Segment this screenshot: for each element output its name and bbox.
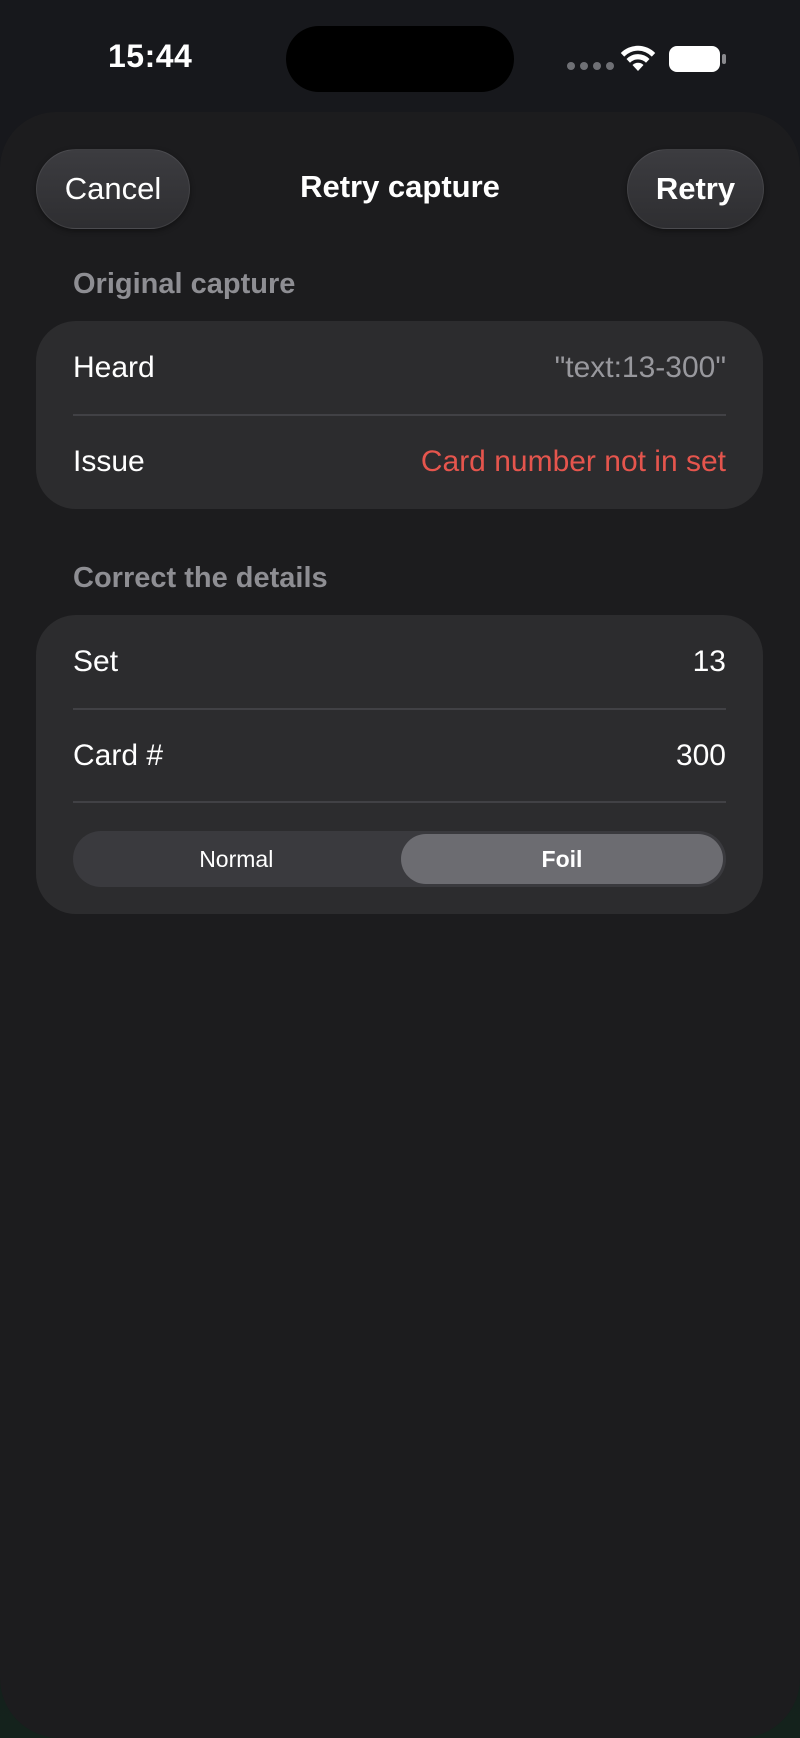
screen: 15:44 Cancel Retry capture Retry Origina…	[0, 0, 800, 1738]
battery-icon	[669, 46, 726, 72]
card-number-row[interactable]: Card # 300	[73, 709, 726, 803]
signal-dots-icon	[567, 62, 614, 70]
segment-normal[interactable]: Normal	[73, 831, 400, 887]
heard-row: Heard "text:13-300"	[73, 321, 726, 415]
dynamic-island	[286, 26, 514, 92]
issue-label: Issue	[73, 445, 145, 478]
issue-row: Issue Card number not in set	[73, 415, 726, 509]
issue-value: Card number not in set	[420, 445, 726, 478]
heard-value: "text:13-300"	[554, 351, 726, 384]
correct-details-group: Set 13 Card # 300 Normal Foil	[36, 615, 763, 914]
card-number-label: Card #	[73, 739, 164, 772]
retry-button[interactable]: Retry	[627, 149, 764, 229]
row-divider	[73, 801, 726, 803]
set-label: Set	[73, 645, 119, 678]
original-capture-header: Original capture	[73, 268, 296, 300]
status-time: 15:44	[108, 38, 193, 74]
set-row[interactable]: Set 13	[73, 615, 726, 709]
segment-foil[interactable]: Foil	[401, 834, 723, 884]
wifi-icon	[620, 45, 656, 71]
finish-segmented-control: Normal Foil	[73, 831, 726, 887]
heard-label: Heard	[73, 351, 155, 384]
set-value-field[interactable]: 13	[693, 645, 726, 679]
original-capture-group: Heard "text:13-300" Issue Card number no…	[36, 321, 763, 509]
card-number-value-field[interactable]: 300	[676, 739, 726, 773]
correct-details-header: Correct the details	[73, 562, 328, 594]
